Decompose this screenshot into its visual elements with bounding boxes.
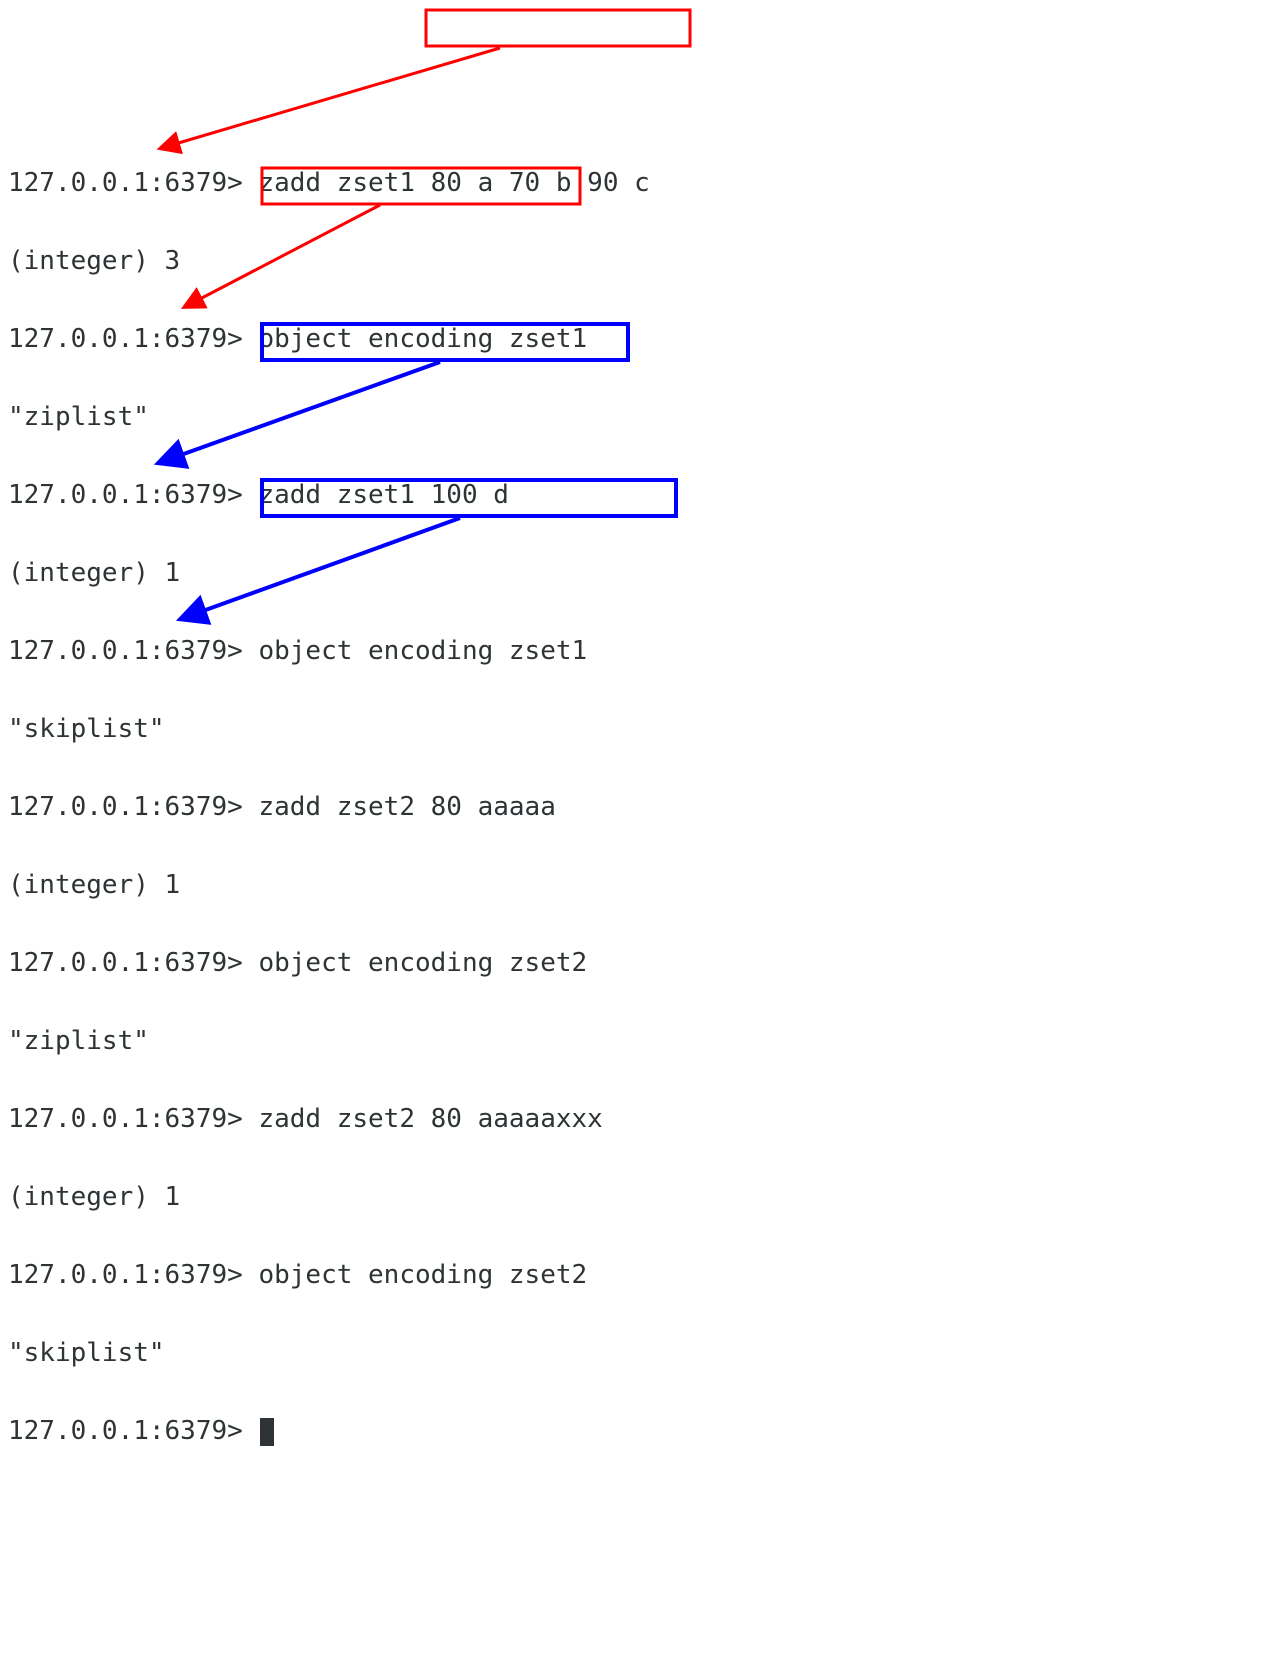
red-arrow-1 [175, 48, 500, 144]
terminal-output: (integer) 1 [8, 1178, 1263, 1217]
terminal-line: 127.0.0.1:6379> zadd zset1 80 a 70 b 90 … [8, 164, 1263, 203]
prompt-text: 127.0.0.1:6379> [8, 792, 258, 822]
command-args: zadd zset2 80 aaaaa [258, 792, 555, 822]
terminal-line: 127.0.0.1:6379> zadd zset2 80 aaaaa [8, 788, 1263, 827]
terminal-line: 127.0.0.1:6379> zadd zset1 100 d [8, 476, 1263, 515]
terminal-output: "ziplist" [8, 1022, 1263, 1061]
terminal-output: (integer) 1 [8, 554, 1263, 593]
prompt-text: 127.0.0.1:6379> [8, 480, 258, 510]
prompt-text: 127.0.0.1:6379> [8, 1104, 258, 1134]
terminal-line: 127.0.0.1:6379> object encoding zset2 [8, 944, 1263, 983]
terminal-output: "ziplist" [8, 398, 1263, 437]
terminal-output: "skiplist" [8, 1334, 1263, 1373]
prompt-text: 127.0.0.1:6379> [8, 1416, 258, 1446]
terminal-line: 127.0.0.1:6379> object encoding zset1 [8, 632, 1263, 671]
cursor-icon [260, 1418, 274, 1446]
terminal-output: "skiplist" [8, 710, 1263, 749]
terminal-line: 127.0.0.1:6379> object encoding zset2 [8, 1256, 1263, 1295]
terminal-output: (integer) 1 [8, 866, 1263, 905]
red-box-1 [426, 10, 690, 46]
terminal-line: 127.0.0.1:6379> object encoding zset1 [8, 320, 1263, 359]
command-args: zadd zset2 80 aaaaaxxx [258, 1104, 602, 1134]
command-args: 80 a 70 b 90 c [431, 168, 650, 198]
prompt-text: 127.0.0.1:6379> zadd zset1 [8, 168, 431, 198]
command-args: zadd zset1 100 d [258, 480, 508, 510]
terminal-line[interactable]: 127.0.0.1:6379> [8, 1412, 1263, 1451]
terminal-line: 127.0.0.1:6379> zadd zset2 80 aaaaaxxx [8, 1100, 1263, 1139]
terminal-output: (integer) 3 [8, 242, 1263, 281]
